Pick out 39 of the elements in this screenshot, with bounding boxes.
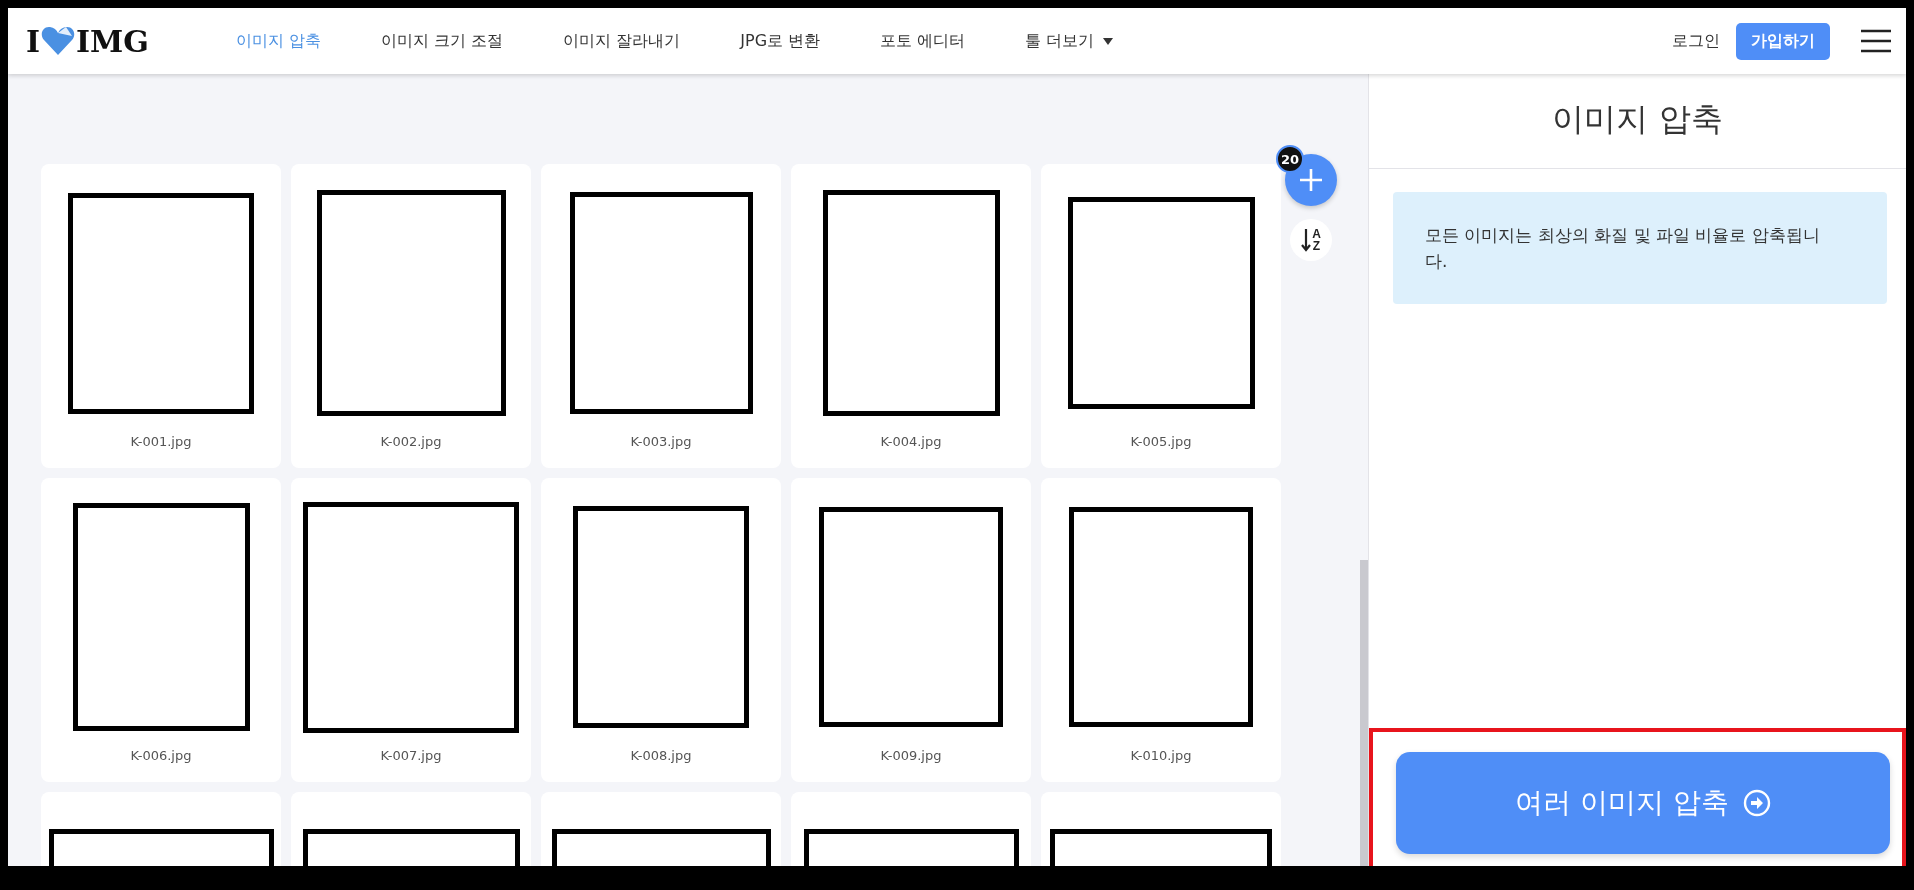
file-name: K-005.jpg — [1130, 434, 1192, 449]
nav-link[interactable]: 포토 에디터 — [880, 30, 966, 52]
login-link[interactable]: 로그인 — [1672, 30, 1720, 52]
file-card[interactable]: K-004.jpg — [791, 164, 1031, 468]
menu-icon[interactable] — [1860, 29, 1892, 53]
logo-wordmark: IMG — [76, 23, 149, 59]
plus-icon — [1298, 167, 1324, 193]
file-card[interactable]: K-006.jpg — [41, 478, 281, 782]
file-card[interactable]: K-005.jpg — [1041, 164, 1281, 468]
arrow-circle-icon — [1742, 789, 1771, 817]
file-name: K-007.jpg — [380, 748, 442, 763]
file-name: K-009.jpg — [880, 748, 942, 763]
nav-link[interactable]: JPG로 변환 — [740, 30, 821, 52]
file-name: K-002.jpg — [380, 434, 442, 449]
logo-letter: I — [26, 23, 41, 59]
panel-title: 이미지 압축 — [1369, 74, 1906, 169]
file-card[interactable]: K-007.jpg — [291, 478, 531, 782]
file-card[interactable]: K-009.jpg — [791, 478, 1031, 782]
heart-icon — [41, 26, 76, 56]
sort-button[interactable]: A Z — [1290, 219, 1332, 261]
more-tools-menu[interactable]: 툴 더보기 — [1025, 30, 1114, 52]
file-card[interactable]: K-002.jpg — [291, 164, 531, 468]
file-card[interactable]: K-010.jpg — [1041, 478, 1281, 782]
file-name: K-004.jpg — [880, 434, 942, 449]
nav-link[interactable]: 이미지 잘라내기 — [563, 30, 681, 52]
file-count-badge: 20 — [1276, 145, 1304, 173]
nav-link[interactable]: 이미지 크기 조절 — [381, 30, 504, 52]
file-name: K-010.jpg — [1130, 748, 1192, 763]
scrollbar[interactable] — [1360, 560, 1368, 866]
file-card[interactable]: K-001.jpg — [41, 164, 281, 468]
info-message: 모든 이미지는 최상의 화질 및 파일 비율로 압축됩니다. — [1393, 192, 1887, 304]
file-name: K-003.jpg — [630, 434, 692, 449]
file-name: K-008.jpg — [630, 748, 692, 763]
caret-icon — [1103, 37, 1114, 45]
file-card[interactable]: K-003.jpg — [541, 164, 781, 468]
file-name: K-001.jpg — [130, 434, 192, 449]
file-card[interactable]: K-008.jpg — [541, 478, 781, 782]
file-name: K-006.jpg — [130, 748, 192, 763]
sort-arrow-icon — [1301, 228, 1312, 252]
